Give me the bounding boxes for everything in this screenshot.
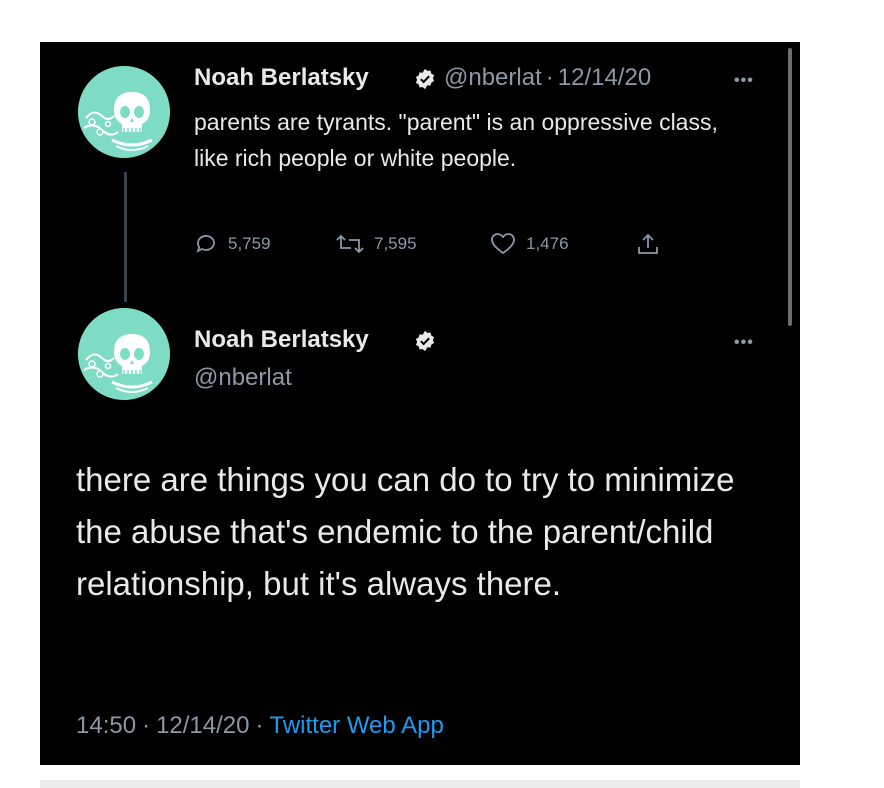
bottom-divider [40, 780, 800, 788]
separator: · [142, 712, 151, 739]
handle[interactable]: @nberlat [444, 64, 542, 91]
scrollbar[interactable] [788, 48, 792, 326]
more-icon[interactable]: ••• [734, 72, 754, 90]
like-icon [491, 233, 515, 255]
share-button[interactable] [636, 232, 670, 256]
separator: · [545, 64, 554, 91]
tweet-date[interactable]: 12/14/20 [558, 64, 651, 91]
reply-icon [196, 235, 215, 253]
skull-avatar-icon [78, 66, 170, 158]
handle-and-date: @nberlat · 12/14/20 [444, 64, 651, 92]
avatar[interactable] [78, 66, 170, 158]
retweet-count: 7,595 [374, 234, 417, 253]
display-name[interactable]: Noah Berlatsky [194, 64, 369, 92]
tweet-thread-screen: Noah Berlatsky @nberlat · 12/14/20 ••• par… [40, 42, 800, 765]
like-button[interactable]: 1,476 [490, 232, 569, 256]
tweet-time[interactable]: 14:50 [76, 712, 136, 739]
retweet-button[interactable]: 7,595 [336, 232, 417, 256]
more-icon[interactable]: ••• [734, 334, 754, 352]
thread-connector-line [124, 172, 127, 302]
tweet-text: parents are tyrants. "parent" is an oppr… [194, 109, 718, 171]
verified-badge-icon [415, 68, 435, 90]
source-link[interactable]: Twitter Web App [269, 712, 443, 739]
tweet-date[interactable]: 12/14/20 [156, 712, 249, 739]
retweet-icon [336, 234, 364, 254]
tweet-meta: 14:50 · 12/14/20 · Twitter Web App [76, 712, 444, 740]
like-count: 1,476 [526, 234, 569, 253]
tweet-text: there are things you can do to try to mi… [76, 461, 735, 602]
reply-button[interactable]: 5,759 [194, 232, 271, 256]
display-name[interactable]: Noah Berlatsky [194, 326, 369, 354]
handle[interactable]: @nberlat [194, 364, 292, 392]
separator: · [255, 712, 264, 739]
share-icon [638, 233, 658, 254]
avatar[interactable] [78, 308, 170, 400]
verified-badge-icon [415, 330, 435, 352]
reply-count: 5,759 [228, 234, 271, 253]
skull-avatar-icon [78, 308, 170, 400]
